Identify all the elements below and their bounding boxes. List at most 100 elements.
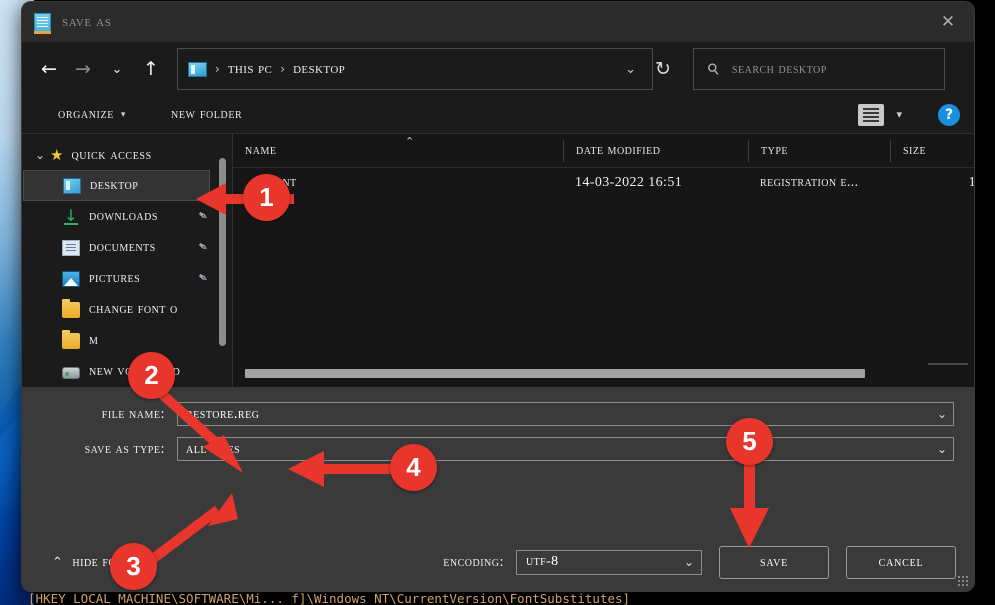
file-row-type: Registration e... bbox=[760, 175, 859, 190]
file-name-field[interactable]: restore.reg ⌄ bbox=[177, 402, 954, 426]
this-pc-icon bbox=[188, 61, 207, 77]
drive-icon bbox=[62, 366, 80, 379]
encoding-value: UTF-8 bbox=[526, 554, 559, 569]
chevron-down-icon: ⌄ bbox=[683, 555, 694, 569]
encoding-label: Encoding: bbox=[443, 553, 504, 570]
close-icon[interactable]: ✕ bbox=[922, 2, 974, 42]
breadcrumb-desktop[interactable]: Desktop bbox=[293, 61, 345, 78]
document-icon bbox=[62, 239, 80, 256]
chevron-down-icon: ⌄ bbox=[34, 148, 46, 162]
file-name-label: File name: bbox=[101, 405, 165, 422]
horizontal-scrollbar[interactable] bbox=[245, 369, 934, 378]
save-as-type-field[interactable]: All Files ⌄ bbox=[177, 437, 954, 461]
chevron-down-icon[interactable]: ▾ bbox=[896, 108, 902, 121]
refresh-icon[interactable]: ↻ bbox=[653, 58, 679, 80]
sidebar-item-label: Pictures bbox=[89, 270, 141, 286]
sidebar-item-new-volume[interactable]: New Volume (D bbox=[22, 356, 232, 387]
annotation-marker-4: 4 bbox=[390, 444, 437, 491]
command-bar: Organize ▾ New folder ▾ ? bbox=[22, 96, 974, 134]
sidebar-item-label: Documents bbox=[89, 239, 156, 255]
column-header-size[interactable]: Size bbox=[890, 139, 974, 162]
save-as-type-label: Save as type: bbox=[84, 440, 165, 457]
file-list-pane: Name Date modified Type Size ⌃ wfont 14-… bbox=[232, 134, 974, 387]
column-header-row: Name Date modified Type Size ⌃ bbox=[233, 134, 974, 168]
breadcrumb-this-pc[interactable]: This PC bbox=[228, 61, 272, 78]
chevron-down-icon: ▾ bbox=[120, 109, 127, 120]
sidebar-item-label: M bbox=[89, 332, 99, 348]
address-bar[interactable]: › This PC › Desktop ⌄ bbox=[177, 48, 653, 90]
sidebar-group-quick-access[interactable]: ⌄ ★ Quick access bbox=[22, 140, 232, 170]
organize-button[interactable]: Organize ▾ bbox=[58, 106, 126, 123]
back-button[interactable]: ← bbox=[32, 52, 66, 86]
desktop-background: Save As ✕ ← → ⌄ ↑ › This PC › Desktop ⌄ … bbox=[0, 0, 995, 605]
file-row-size: 1 bbox=[890, 175, 974, 191]
save-button[interactable]: Save bbox=[719, 545, 829, 579]
chevron-down-icon[interactable]: ⌄ bbox=[937, 407, 947, 421]
download-icon: ↓ bbox=[62, 207, 80, 225]
column-header-date-modified[interactable]: Date modified bbox=[563, 139, 748, 162]
sidebar-item-label: Change font o bbox=[89, 301, 178, 317]
background-text: [HKEY_LOCAL_MACHINE\SOFTWARE\Mi... f]\Wi… bbox=[28, 593, 968, 605]
search-input[interactable]: ⚲ Search Desktop bbox=[692, 48, 945, 90]
view-mode-icon[interactable] bbox=[858, 103, 885, 126]
cancel-button[interactable]: Cancel bbox=[846, 545, 956, 579]
up-button[interactable]: ↑ bbox=[134, 52, 168, 86]
sidebar-item-pictures[interactable]: Pictures ✒ bbox=[22, 263, 232, 294]
chevron-up-icon: ⌃ bbox=[52, 554, 64, 570]
folder-icon bbox=[62, 329, 80, 349]
folder-icon bbox=[62, 298, 80, 318]
encoding-select[interactable]: UTF-8 ⌄ bbox=[516, 549, 702, 575]
background-text-line: [HKEY_LOCAL_MACHINE\SOFTWARE\Mi... f]\Wi… bbox=[28, 593, 631, 605]
horizontal-scrollbar-thumb[interactable] bbox=[245, 369, 866, 378]
sidebar-group-label: Quick access bbox=[71, 146, 152, 163]
pin-icon[interactable]: ✒ bbox=[194, 207, 212, 226]
sidebar-item-m[interactable]: M bbox=[22, 325, 232, 356]
sidebar-scrollbar[interactable] bbox=[219, 158, 226, 346]
file-rows: wfont 14-03-2022 16:51 Registration e...… bbox=[233, 168, 974, 387]
table-row[interactable]: wfont 14-03-2022 16:51 Registration e...… bbox=[233, 168, 974, 198]
search-icon: ⚲ bbox=[703, 58, 724, 80]
resize-grip[interactable] bbox=[957, 575, 968, 586]
save-form-panel: File name: restore.reg ⌄ Save as type: A… bbox=[22, 387, 974, 533]
sidebar-item-change-font-o[interactable]: Change font o bbox=[22, 294, 232, 325]
organize-label: Organize bbox=[58, 106, 114, 122]
dialog-body: ⌄ ★ Quick access Desktop ↓ Downloads ✒ D… bbox=[22, 134, 974, 387]
sidebar-item-downloads[interactable]: ↓ Downloads ✒ bbox=[22, 201, 232, 232]
column-header-name[interactable]: Name bbox=[233, 140, 563, 162]
scroll-end-marker bbox=[928, 363, 968, 365]
annotation-marker-1: 1 bbox=[243, 174, 290, 221]
recent-locations-button[interactable]: ⌄ bbox=[100, 52, 134, 86]
new-folder-label: New folder bbox=[171, 106, 243, 122]
picture-icon bbox=[62, 270, 80, 287]
navigation-pane: ⌄ ★ Quick access Desktop ↓ Downloads ✒ D… bbox=[22, 134, 232, 387]
monitor-icon bbox=[63, 177, 81, 194]
sort-ascending-icon: ⌃ bbox=[405, 135, 415, 148]
sidebar-item-label: Downloads bbox=[89, 208, 158, 224]
pin-icon[interactable]: ✒ bbox=[194, 269, 212, 288]
pin-icon[interactable]: ✒ bbox=[194, 238, 212, 257]
file-name-value: restore.reg bbox=[186, 405, 260, 422]
save-as-type-row: Save as type: All Files ⌄ bbox=[22, 434, 974, 464]
notepad-icon bbox=[34, 12, 51, 34]
title-bar: Save As ✕ bbox=[22, 2, 974, 42]
sidebar-item-desktop[interactable]: Desktop bbox=[23, 170, 210, 201]
column-header-type[interactable]: Type bbox=[748, 139, 890, 162]
dialog-footer: ⌃ Hide fol Encoding: UTF-8 ⌄ Save Cancel bbox=[22, 533, 974, 591]
breadcrumb-separator-2: › bbox=[280, 62, 286, 76]
save-as-type-value: All Files bbox=[186, 440, 241, 457]
navigation-bar: ← → ⌄ ↑ › This PC › Desktop ⌄ ↻ ⚲ Search… bbox=[22, 42, 974, 96]
new-folder-button[interactable]: New folder bbox=[171, 106, 242, 123]
file-name-row: File name: restore.reg ⌄ bbox=[22, 399, 974, 429]
forward-button[interactable]: → bbox=[66, 52, 100, 86]
chevron-down-icon[interactable]: ⌄ bbox=[615, 62, 646, 77]
help-icon[interactable]: ? bbox=[938, 103, 960, 126]
chevron-down-icon[interactable]: ⌄ bbox=[937, 442, 947, 456]
sidebar-item-label: Desktop bbox=[90, 177, 139, 193]
annotation-marker-3: 3 bbox=[110, 543, 157, 590]
search-placeholder: Search Desktop bbox=[731, 60, 827, 77]
window-title: Save As bbox=[62, 13, 112, 30]
annotation-marker-2: 2 bbox=[128, 352, 175, 399]
sidebar-item-documents[interactable]: Documents ✒ bbox=[22, 232, 232, 263]
star-icon: ★ bbox=[50, 146, 64, 164]
annotation-marker-5: 5 bbox=[726, 418, 773, 465]
